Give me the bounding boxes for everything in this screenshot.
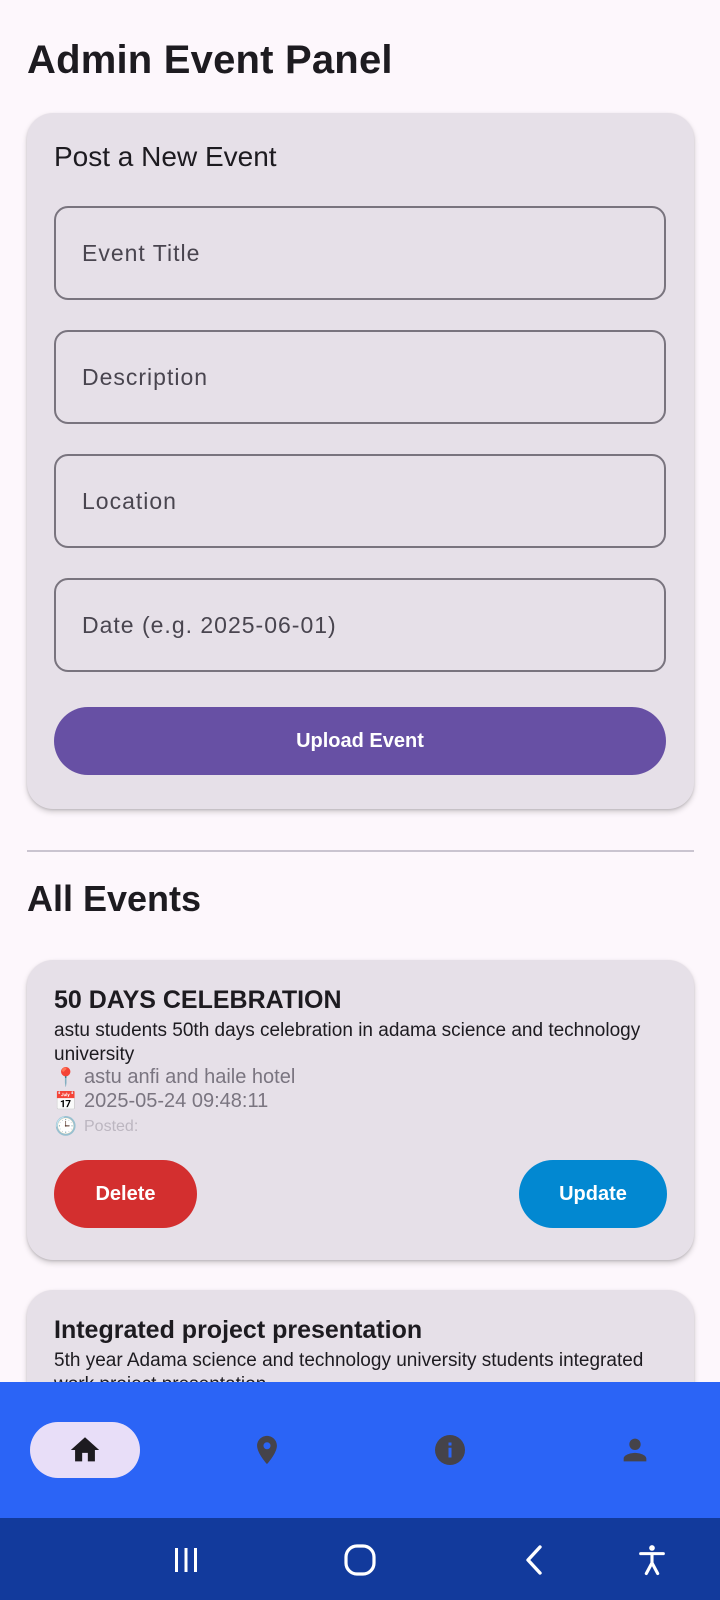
event-title: 50 DAYS CELEBRATION (54, 986, 342, 1014)
calendar-icon: 📅 (54, 1091, 78, 1111)
page-title: Admin Event Panel (27, 38, 393, 82)
event-title-field[interactable] (54, 206, 666, 300)
all-events-title: All Events (27, 878, 202, 919)
date-input[interactable] (82, 611, 638, 639)
system-navigation-bar (0, 1518, 720, 1600)
nav-home[interactable] (30, 1422, 140, 1478)
event-date-row: 📅 2025-05-24 09:48:11 (54, 1090, 268, 1113)
event-location-row: 📍 astu anfi and haile hotel (54, 1066, 296, 1089)
home-circle-icon (344, 1544, 376, 1576)
bottom-navigation (0, 1382, 720, 1518)
event-title: Integrated project presentation (54, 1316, 423, 1344)
event-date: 2025-05-24 09:48:11 (84, 1090, 269, 1112)
event-location: astu anfi and haile hotel (84, 1066, 296, 1088)
nav-location[interactable] (212, 1422, 322, 1478)
date-field[interactable] (54, 578, 666, 672)
info-icon (435, 1435, 465, 1465)
nav-info[interactable] (395, 1422, 505, 1478)
location-pin-icon: 📍 (54, 1067, 78, 1087)
screen: Admin Event Panel Post a New Event Uploa… (0, 0, 720, 1600)
post-event-card: Post a New Event Upload Event (27, 113, 694, 809)
delete-button[interactable]: Delete (54, 1160, 197, 1228)
event-description: astu students 50th days celebration in a… (54, 1020, 641, 1065)
location-pin-icon (257, 1435, 277, 1465)
back-button[interactable] (512, 1538, 556, 1582)
home-icon (70, 1437, 100, 1462)
description-input[interactable] (82, 363, 638, 391)
person-icon (623, 1438, 647, 1462)
form-heading: Post a New Event (54, 141, 277, 172)
upload-event-button[interactable]: Upload Event (54, 707, 666, 775)
nav-profile[interactable] (580, 1422, 690, 1478)
event-card: 50 DAYS CELEBRATION astu students 50th d… (27, 960, 694, 1260)
clock-icon: 🕒 (54, 1116, 78, 1136)
recents-button[interactable] (164, 1538, 208, 1582)
event-posted-row: 🕒 Posted: (54, 1116, 138, 1137)
location-input[interactable] (82, 487, 638, 515)
home-system-button[interactable] (338, 1538, 382, 1582)
accessibility-icon (639, 1545, 665, 1576)
divider (27, 850, 694, 852)
recents-icon (175, 1548, 197, 1572)
back-icon (526, 1545, 542, 1575)
description-field[interactable] (54, 330, 666, 424)
event-title-input[interactable] (82, 239, 638, 267)
event-posted: Posted: (84, 1117, 139, 1135)
location-field[interactable] (54, 454, 666, 548)
update-button[interactable]: Update (519, 1160, 667, 1228)
accessibility-button[interactable] (630, 1538, 674, 1582)
